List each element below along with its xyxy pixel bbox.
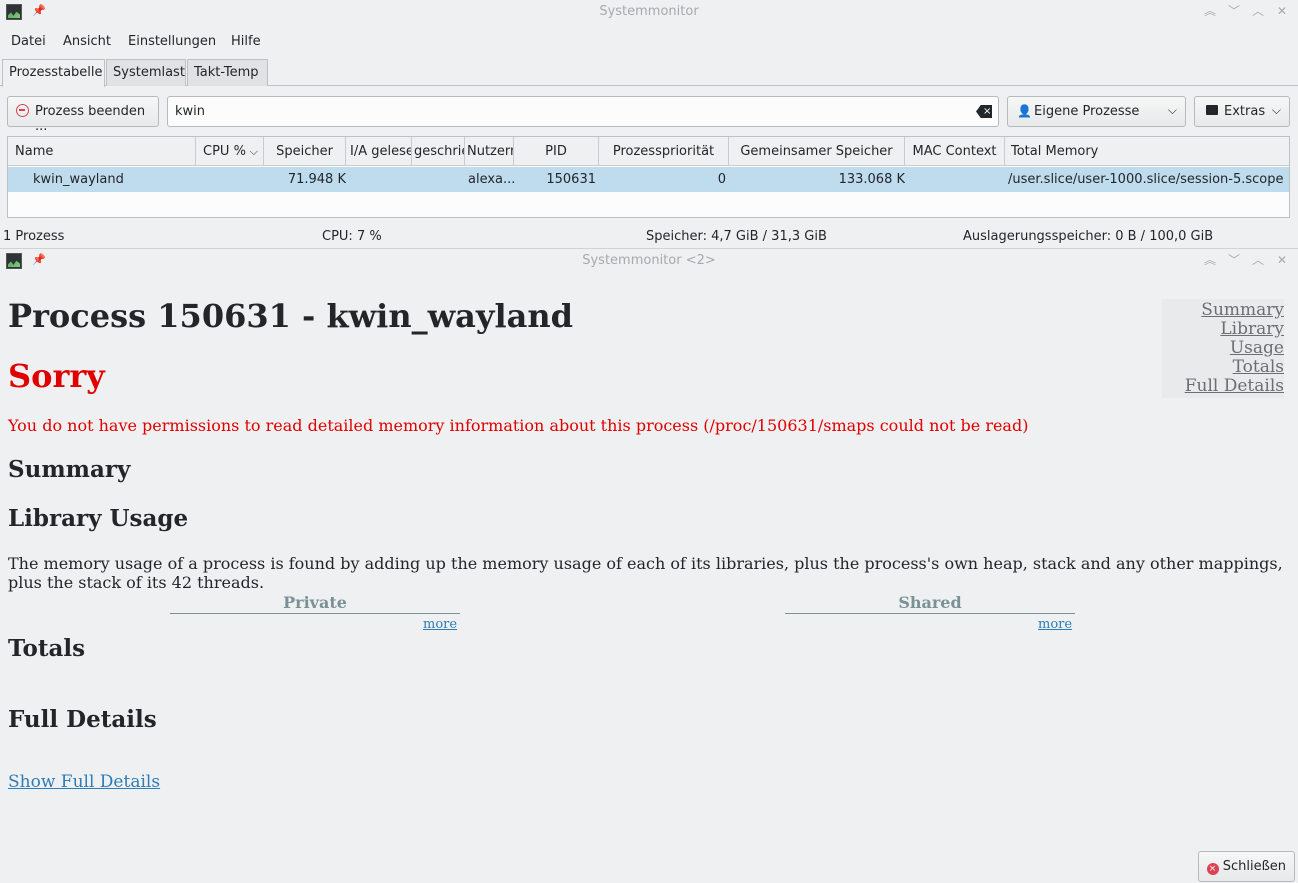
maximize-icon[interactable]: ︿ bbox=[1250, 252, 1266, 268]
cell-mac-context bbox=[905, 167, 1005, 192]
minimize-icon[interactable]: ﹀ bbox=[1226, 252, 1242, 268]
library-usage-text: The memory usage of a process is found b… bbox=[8, 554, 1283, 592]
cell-cpu bbox=[196, 167, 264, 192]
maximize-icon[interactable]: ︿ bbox=[1250, 3, 1266, 19]
cell-priority: 0 bbox=[717, 172, 726, 187]
minimize-icon[interactable]: ﹀ bbox=[1226, 3, 1242, 19]
status-memory: Speicher: 4,7 GiB / 31,3 GiB bbox=[646, 229, 827, 244]
cell-shared-memory: 133.068 K bbox=[838, 172, 905, 187]
column-user[interactable]: Nutzern bbox=[465, 137, 514, 166]
cell-user: alexa... bbox=[468, 172, 514, 187]
filter-label: Eigene Prozesse bbox=[1034, 104, 1140, 119]
status-cpu: CPU: 7 % bbox=[322, 229, 382, 244]
keep-above-icon[interactable]: ︽ bbox=[1202, 252, 1218, 268]
tab-takt-temp[interactable]: Takt-Temp bbox=[187, 59, 268, 86]
end-process-label: Prozess beenden ... bbox=[35, 104, 146, 134]
private-more-link[interactable]: more bbox=[423, 617, 457, 632]
library-usage-heading: Library Usage bbox=[8, 505, 189, 532]
menu-ansicht[interactable]: Ansicht bbox=[63, 34, 111, 49]
close-icon[interactable]: ✕ bbox=[1274, 252, 1290, 268]
cell-io-write bbox=[412, 167, 465, 192]
user-icon: 👤 bbox=[1017, 104, 1032, 118]
totals-heading: Totals bbox=[8, 635, 86, 662]
column-io-write[interactable]: geschrie bbox=[412, 137, 465, 166]
column-pid[interactable]: PID bbox=[514, 137, 599, 166]
permission-error-message: You do not have permissions to read deta… bbox=[8, 416, 1029, 435]
summary-heading: Summary bbox=[8, 456, 131, 483]
menu-hilfe[interactable]: Hilfe bbox=[231, 34, 261, 49]
nav-library-usage-link[interactable]: Library Usage bbox=[1162, 320, 1284, 358]
nav-full-details-link[interactable]: Full Details bbox=[1162, 377, 1284, 396]
close-label: Schließen bbox=[1222, 859, 1286, 874]
table-row[interactable]: kwin_wayland 71.948 K alexa... 150631 0 … bbox=[8, 167, 1289, 192]
process-table-window: 📌 Systemmonitor ︽ ﹀ ︿ ✕ Datei Ansicht Ei… bbox=[0, 0, 1298, 247]
section-nav: Summary Library Usage Totals Full Detail… bbox=[1162, 299, 1284, 398]
close-button[interactable]: × Schließen bbox=[1197, 851, 1295, 882]
search-input[interactable]: kwin × bbox=[167, 96, 999, 127]
column-name[interactable]: Name bbox=[8, 137, 196, 166]
menu-datei[interactable]: Datei bbox=[11, 34, 46, 49]
cell-pid: 150631 bbox=[546, 172, 596, 187]
toolbox-icon bbox=[1206, 105, 1218, 115]
column-mac-context[interactable]: MAC Context bbox=[905, 137, 1005, 166]
show-full-details-link[interactable]: Show Full Details bbox=[8, 772, 160, 792]
tab-bar: Prozesstabelle Systemlast Takt-Temp bbox=[0, 59, 1298, 87]
search-value: kwin bbox=[175, 104, 206, 119]
end-process-button[interactable]: Prozess beenden ... bbox=[7, 96, 159, 134]
process-table[interactable]: Name CPU % ⌵ Speicher I/A gelese geschri… bbox=[7, 136, 1290, 218]
cell-io-read bbox=[346, 167, 412, 192]
close-icon[interactable]: ✕ bbox=[1274, 3, 1290, 19]
process-heading: Process 150631 - kwin_wayland bbox=[8, 297, 573, 335]
column-memory[interactable]: Speicher bbox=[264, 137, 346, 166]
titlebar[interactable]: 📌 Systemmonitor ︽ ﹀ ︿ ✕ bbox=[0, 0, 1298, 24]
column-shared-memory[interactable]: Gemeinsamer Speicher bbox=[729, 137, 905, 166]
cell-memory: 71.948 K bbox=[287, 172, 346, 187]
cell-name: kwin_wayland bbox=[33, 172, 124, 187]
column-total-memory[interactable]: Total Memory bbox=[1005, 137, 1289, 166]
chevron-down-icon: ⌵ bbox=[1271, 103, 1281, 117]
titlebar[interactable]: 📌 Systemmonitor <2> ︽ ﹀ ︿ ✕ bbox=[0, 249, 1298, 273]
clear-text-icon[interactable]: × bbox=[976, 105, 992, 118]
stop-icon bbox=[16, 104, 29, 117]
memory-details-window: 📌 Systemmonitor <2> ︽ ﹀ ︿ ✕ Process 1506… bbox=[0, 248, 1298, 883]
extras-label: Extras bbox=[1224, 104, 1266, 119]
statusbar: 1 Prozess CPU: 7 % Speicher: 4,7 GiB / 3… bbox=[0, 228, 1298, 246]
process-filter-select[interactable]: 👤 Eigene Prozesse ⌵ bbox=[1007, 96, 1186, 127]
tab-prozesstabelle[interactable]: Prozesstabelle bbox=[2, 59, 105, 87]
shared-more-link[interactable]: more bbox=[1038, 617, 1072, 632]
sorry-heading: Sorry bbox=[8, 357, 105, 395]
status-swap: Auslagerungsspeicher: 0 B / 100,0 GiB bbox=[963, 229, 1214, 244]
cell-total-memory: /user.slice/user-1000.slice/session-5.sc… bbox=[1008, 172, 1284, 187]
table-header: Name CPU % ⌵ Speicher I/A gelese geschri… bbox=[8, 137, 1289, 166]
sort-desc-icon: ⌵ bbox=[249, 145, 258, 158]
column-cpu[interactable]: CPU % ⌵ bbox=[196, 137, 264, 166]
tab-systemlast[interactable]: Systemlast bbox=[106, 59, 186, 86]
shared-column-header: Shared bbox=[785, 593, 1075, 614]
private-column-header: Private bbox=[170, 593, 460, 614]
chevron-down-icon: ⌵ bbox=[1167, 103, 1177, 117]
window-title: Systemmonitor <2> bbox=[582, 253, 716, 268]
full-details-heading: Full Details bbox=[8, 706, 157, 733]
nav-totals-link[interactable]: Totals bbox=[1162, 358, 1284, 377]
column-cpu-label: CPU % bbox=[203, 144, 246, 159]
close-circle-icon: × bbox=[1206, 863, 1219, 875]
menu-einstellungen[interactable]: Einstellungen bbox=[128, 34, 216, 49]
window-title: Systemmonitor bbox=[599, 4, 699, 19]
column-priority[interactable]: Prozesspriorität bbox=[599, 137, 729, 166]
keep-above-icon[interactable]: ︽ bbox=[1202, 3, 1218, 19]
status-process-count: 1 Prozess bbox=[3, 229, 65, 244]
extras-button[interactable]: Extras ⌵ bbox=[1194, 96, 1290, 127]
nav-summary-link[interactable]: Summary bbox=[1162, 301, 1284, 320]
column-io-read[interactable]: I/A gelese bbox=[346, 137, 412, 166]
